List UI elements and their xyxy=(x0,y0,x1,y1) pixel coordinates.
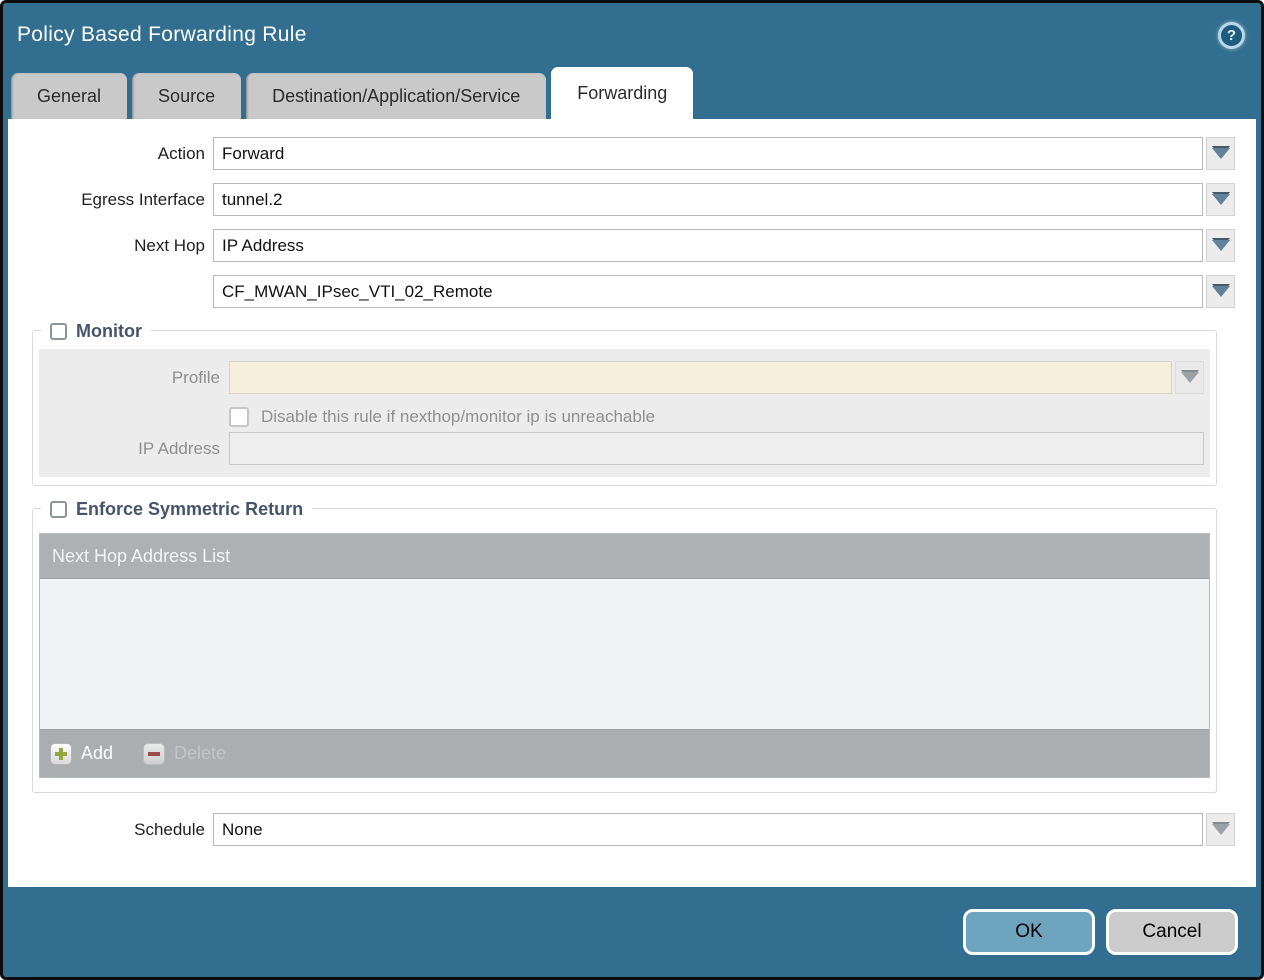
monitor-section: Monitor Profile Disable this rule if nex… xyxy=(32,330,1217,486)
symmetric-return-section: Enforce Symmetric Return Next Hop Addres… xyxy=(32,508,1217,793)
monitor-checkbox[interactable] xyxy=(50,323,67,340)
schedule-row: Schedule None xyxy=(8,813,1235,846)
next-hop-address-list-toolbar: Add Delete xyxy=(40,729,1209,777)
egress-interface-label: Egress Interface xyxy=(8,183,213,216)
next-hop-row: Next Hop IP Address xyxy=(8,229,1235,262)
chevron-down-icon xyxy=(1212,240,1230,251)
minus-icon xyxy=(143,743,165,765)
tab-destination-application-service[interactable]: Destination/Application/Service xyxy=(246,73,546,119)
dialog-footer: OK Cancel xyxy=(3,887,1261,977)
egress-interface-dropdown: tunnel.2 xyxy=(213,183,1235,216)
schedule-value[interactable]: None xyxy=(213,813,1203,846)
tab-source[interactable]: Source xyxy=(132,73,241,119)
symmetric-return-legend: Enforce Symmetric Return xyxy=(41,497,312,521)
monitor-body: Profile Disable this rule if nexthop/mon… xyxy=(39,349,1210,477)
schedule-dropdown: None xyxy=(213,813,1235,846)
action-row: Action Forward xyxy=(8,137,1235,170)
delete-button: Delete xyxy=(143,743,226,765)
monitor-ip-row: IP Address xyxy=(39,432,1204,465)
monitor-legend: Monitor xyxy=(41,319,151,343)
schedule-dropdown-button[interactable] xyxy=(1206,813,1235,846)
next-hop-address-dropdown-button[interactable] xyxy=(1206,275,1235,308)
monitor-ip-label: IP Address xyxy=(39,432,229,465)
next-hop-address-value[interactable]: CF_MWAN_IPsec_VTI_02_Remote xyxy=(213,275,1203,308)
delete-button-label: Delete xyxy=(174,743,226,764)
chevron-down-icon xyxy=(1212,824,1230,835)
disable-rule-checkbox xyxy=(229,407,249,427)
help-icon[interactable]: ? xyxy=(1218,22,1245,49)
symmetric-return-legend-label: Enforce Symmetric Return xyxy=(76,497,303,521)
tab-general[interactable]: General xyxy=(11,73,127,119)
next-hop-type-dropdown: IP Address xyxy=(213,229,1235,262)
schedule-label: Schedule xyxy=(8,813,213,846)
disable-rule-row: Disable this rule if nexthop/monitor ip … xyxy=(229,407,1204,427)
next-hop-address-dropdown: CF_MWAN_IPsec_VTI_02_Remote xyxy=(213,275,1235,308)
profile-value xyxy=(229,361,1172,394)
next-hop-type-dropdown-button[interactable] xyxy=(1206,229,1235,262)
profile-dropdown-button xyxy=(1175,361,1204,394)
next-hop-address-row: CF_MWAN_IPsec_VTI_02_Remote xyxy=(8,275,1235,308)
symmetric-return-checkbox[interactable] xyxy=(50,501,67,518)
tab-forwarding[interactable]: Forwarding xyxy=(551,67,693,119)
profile-row: Profile xyxy=(39,361,1204,394)
next-hop-type-value[interactable]: IP Address xyxy=(213,229,1203,262)
egress-interface-dropdown-button[interactable] xyxy=(1206,183,1235,216)
tab-bar: General Source Destination/Application/S… xyxy=(3,67,1261,119)
action-dropdown: Forward xyxy=(213,137,1235,170)
action-value[interactable]: Forward xyxy=(213,137,1203,170)
forwarding-tab-panel: Action Forward Egress Interface tunnel.2… xyxy=(8,119,1256,887)
chevron-down-icon xyxy=(1212,286,1230,297)
chevron-down-icon xyxy=(1181,372,1199,383)
chevron-down-icon xyxy=(1212,194,1230,205)
add-button[interactable]: Add xyxy=(50,743,113,765)
egress-interface-value[interactable]: tunnel.2 xyxy=(213,183,1203,216)
action-dropdown-button[interactable] xyxy=(1206,137,1235,170)
ok-button[interactable]: OK xyxy=(963,909,1095,955)
pbf-rule-dialog: Policy Based Forwarding Rule ? General S… xyxy=(0,0,1264,980)
action-label: Action xyxy=(8,137,213,170)
add-button-label: Add xyxy=(81,743,113,764)
next-hop-label: Next Hop xyxy=(8,229,213,262)
monitor-legend-label: Monitor xyxy=(76,319,142,343)
monitor-ip-input-wrap xyxy=(229,432,1204,465)
profile-label: Profile xyxy=(39,361,229,394)
egress-interface-row: Egress Interface tunnel.2 xyxy=(8,183,1235,216)
profile-dropdown xyxy=(229,361,1204,394)
dialog-title: Policy Based Forwarding Rule xyxy=(17,23,307,47)
next-hop-address-list-header: Next Hop Address List xyxy=(40,534,1209,579)
cancel-button[interactable]: Cancel xyxy=(1106,909,1238,955)
disable-rule-label: Disable this rule if nexthop/monitor ip … xyxy=(261,407,655,427)
next-hop-address-label xyxy=(8,275,213,308)
next-hop-address-list-body xyxy=(40,579,1209,729)
title-bar: Policy Based Forwarding Rule ? xyxy=(3,3,1261,67)
plus-icon xyxy=(50,743,72,765)
next-hop-address-list-table: Next Hop Address List Add Delete xyxy=(39,533,1210,778)
chevron-down-icon xyxy=(1212,148,1230,159)
monitor-ip-input xyxy=(229,432,1204,465)
